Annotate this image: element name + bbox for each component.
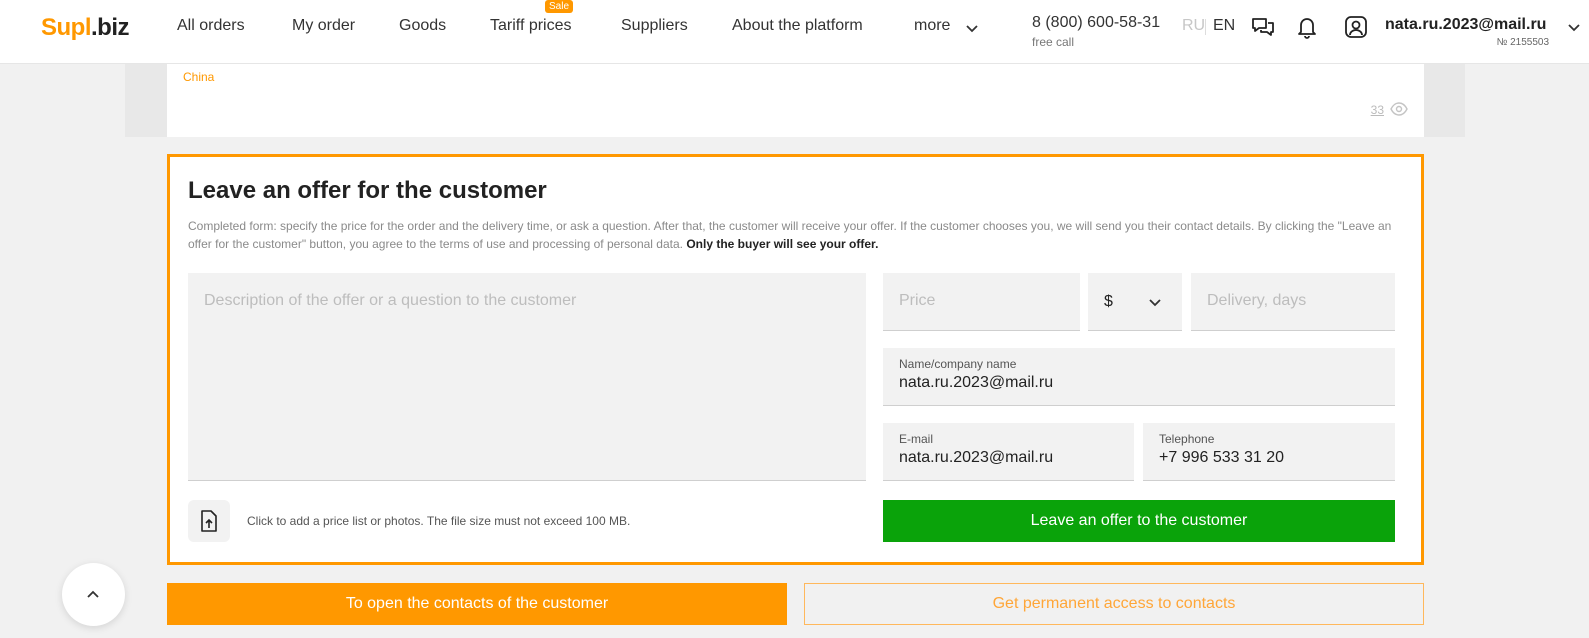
chevron-up-icon	[87, 590, 99, 598]
attach-hint: Click to add a price list or photos. The…	[247, 514, 631, 528]
nav-tariff-prices[interactable]: Tariff prices	[490, 17, 572, 35]
user-id: № 2155503	[1496, 37, 1549, 48]
free-call-label: free call	[1032, 35, 1075, 49]
order-card: China 33	[167, 64, 1424, 137]
attach-file-button[interactable]	[188, 500, 230, 542]
email-field[interactable]: E-mail nata.ru.2023@mail.ru	[883, 423, 1134, 481]
nav-my-order[interactable]: My order	[292, 17, 355, 35]
delivery-placeholder: Delivery, days	[1207, 292, 1307, 309]
nav-about-platform[interactable]: About the platform	[732, 17, 863, 35]
nav-goods[interactable]: Goods	[399, 17, 446, 35]
lang-en[interactable]: EN	[1213, 17, 1235, 35]
nav-all-orders[interactable]: All orders	[177, 17, 245, 35]
telephone-label: Telephone	[1159, 432, 1215, 446]
currency-value: $	[1104, 293, 1113, 310]
lang-divider	[1205, 19, 1206, 35]
delivery-days-input[interactable]: Delivery, days	[1191, 273, 1395, 331]
nav-more[interactable]: more	[914, 17, 950, 35]
file-upload-icon	[201, 510, 217, 532]
views-count: 33	[1370, 103, 1384, 117]
company-name-value: nata.ru.2023@mail.ru	[899, 374, 1054, 391]
lang-ru[interactable]: RU	[1182, 17, 1205, 35]
company-name-label: Name/company name	[899, 357, 1017, 371]
telephone-value: +7 996 533 31 20	[1159, 449, 1285, 466]
open-contacts-button[interactable]: To open the contacts of the customer	[167, 583, 787, 625]
user-icon[interactable]	[1343, 14, 1369, 40]
logo[interactable]: Supl.biz	[41, 14, 130, 42]
user-email[interactable]: nata.ru.2023@mail.ru	[1385, 16, 1546, 34]
logo-part-biz: .biz	[91, 14, 130, 41]
chevron-down-icon[interactable]	[1567, 20, 1581, 34]
offer-message-textarea[interactable]: Description of the offer or a question t…	[188, 273, 866, 481]
offer-title: Leave an offer for the customer	[188, 177, 547, 204]
price-placeholder: Price	[899, 292, 936, 309]
company-name-field[interactable]: Name/company name nata.ru.2023@mail.ru	[883, 348, 1395, 406]
bell-icon[interactable]	[1294, 14, 1320, 40]
submit-offer-button[interactable]: Leave an offer to the customer	[883, 500, 1395, 542]
currency-select[interactable]: $	[1088, 273, 1182, 331]
order-country: China	[183, 70, 215, 84]
nav-suppliers[interactable]: Suppliers	[621, 17, 688, 35]
sale-badge: Sale	[545, 0, 574, 13]
telephone-field[interactable]: Telephone +7 996 533 31 20	[1143, 423, 1395, 481]
eye-icon	[1390, 102, 1408, 116]
offer-description: Completed form: specify the price for th…	[188, 217, 1403, 253]
offer-form: Leave an offer for the customer Complete…	[167, 154, 1424, 565]
offer-description-bold: Only the buyer will see your offer.	[686, 237, 879, 251]
offer-message-placeholder: Description of the offer or a question t…	[204, 292, 577, 309]
price-input[interactable]: Price	[883, 273, 1080, 331]
email-value: nata.ru.2023@mail.ru	[899, 449, 1054, 466]
email-label: E-mail	[899, 432, 934, 446]
permanent-access-button[interactable]: Get permanent access to contacts	[804, 583, 1424, 625]
chevron-down-icon[interactable]	[965, 21, 979, 35]
scroll-to-top-button[interactable]	[62, 563, 125, 626]
phone-number[interactable]: 8 (800) 600-58-31	[1032, 14, 1160, 32]
top-header: Supl.biz All orders My order Goods Sale …	[0, 0, 1589, 64]
logo-part-supl: Supl	[41, 14, 92, 41]
chevron-down-icon	[1149, 299, 1161, 307]
chat-icon[interactable]	[1250, 14, 1276, 40]
